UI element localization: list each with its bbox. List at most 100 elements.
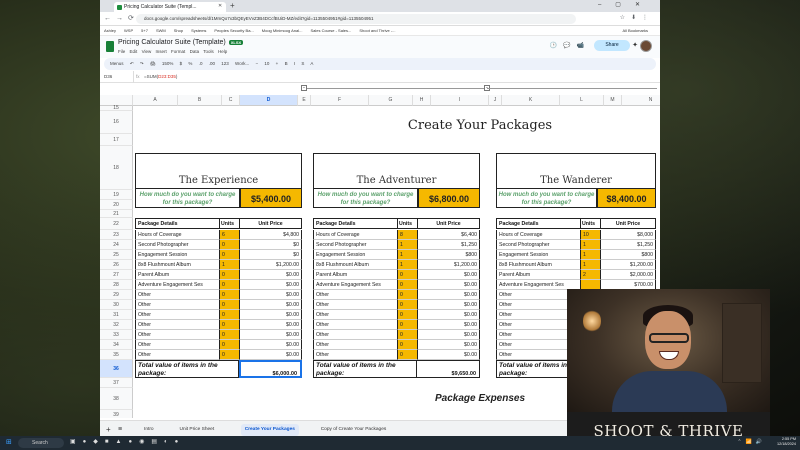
toolbar-button[interactable]: ↶ [130, 61, 134, 66]
row-header[interactable]: 36 [100, 360, 133, 378]
row-header[interactable]: 27 [100, 270, 133, 280]
package-detail-cell[interactable]: Parent Album [496, 270, 580, 280]
system-tray[interactable]: ⌃📶🔊 [737, 439, 766, 445]
package-detail-cell[interactable]: Other [313, 340, 397, 350]
column-header-i[interactable]: I [431, 95, 489, 106]
unit-price-cell[interactable]: $800 [417, 250, 480, 260]
toolbar-button[interactable]: Menus [110, 61, 124, 66]
row-header[interactable]: 19 [100, 190, 133, 200]
menu-item-file[interactable]: File [118, 49, 125, 54]
toolbar-button[interactable]: 123 [221, 61, 229, 66]
package-detail-cell[interactable]: Adventure Engagement Ses [135, 280, 219, 290]
sheets-logo-icon[interactable] [106, 41, 114, 52]
unit-price-cell[interactable]: $0.00 [239, 290, 302, 300]
row-header[interactable]: 34 [100, 340, 133, 350]
package-detail-cell[interactable]: Other [135, 290, 219, 300]
row-header[interactable]: 37 [100, 378, 133, 388]
package-detail-cell[interactable]: Engagement Session [135, 250, 219, 260]
unit-price-cell[interactable]: $0.00 [417, 350, 480, 360]
unit-price-cell[interactable]: $0.00 [239, 320, 302, 330]
toolbar-button[interactable]: Work... [235, 61, 249, 66]
package-detail-cell[interactable]: Hours of Coverage [313, 230, 397, 240]
package-detail-cell[interactable]: Parent Album [135, 270, 219, 280]
package-detail-cell[interactable]: Other [135, 300, 219, 310]
unit-price-cell[interactable]: $0.00 [417, 270, 480, 280]
package-detail-cell[interactable]: Parent Album [313, 270, 397, 280]
units-input-cell[interactable]: 0 [397, 320, 417, 330]
package-price-input[interactable]: $5,400.00 [240, 188, 302, 208]
column-header-f[interactable]: F [311, 95, 369, 106]
row-header[interactable]: 32 [100, 320, 133, 330]
column-header-d[interactable]: D [240, 95, 298, 106]
url-field[interactable]: docs.google.com/spreadsheets/d/1MmQo7x3b… [136, 14, 576, 24]
units-input-cell[interactable]: 0 [219, 320, 239, 330]
package-detail-cell[interactable]: Engagement Session [496, 250, 580, 260]
row-header[interactable]: 35 [100, 350, 133, 360]
units-input-cell[interactable]: 0 [397, 340, 417, 350]
browser-tab[interactable]: Pricing Calculator Suite (Templ... [114, 2, 226, 12]
unit-price-cell[interactable]: $2,000.00 [600, 270, 656, 280]
package-price-input[interactable]: $6,800.00 [418, 188, 480, 208]
package-detail-cell[interactable]: Hours of Coverage [496, 230, 580, 240]
sheet-tab[interactable]: Unit Price Sheet [176, 424, 219, 436]
row-header[interactable]: 30 [100, 300, 133, 310]
package-detail-cell[interactable]: Other [135, 320, 219, 330]
row-header[interactable]: 31 [100, 310, 133, 320]
unit-price-cell[interactable]: $0.00 [417, 280, 480, 290]
row-header[interactable]: 22 [100, 218, 133, 230]
sheet-tab[interactable]: Copy of Create Your Packages [317, 424, 391, 436]
unit-price-cell[interactable]: $0.00 [417, 340, 480, 350]
bookmark-item[interactable]: Peoples Security Ba... [214, 28, 253, 33]
bookmark-item[interactable]: Ashley [104, 28, 116, 33]
unit-price-cell[interactable]: $6,400 [417, 230, 480, 240]
unit-price-cell[interactable]: $0.00 [417, 290, 480, 300]
total-value-cell[interactable]: $6,000.00 [239, 360, 302, 378]
all-sheets-icon[interactable]: ≡ [118, 424, 122, 436]
toolbar-button[interactable]: − [255, 61, 258, 66]
unit-price-cell[interactable]: $1,200.00 [239, 260, 302, 270]
bookmark-item[interactable]: SWM [156, 28, 166, 33]
menu-item-insert[interactable]: Insert [156, 49, 167, 54]
toolbar-button[interactable]: 10 [264, 61, 269, 66]
pinned-app-icons[interactable]: ▣●◆■▲●◉▤◐● [70, 438, 185, 445]
add-sheet-icon[interactable]: + [106, 424, 111, 436]
units-input-cell[interactable]: 1 [580, 250, 600, 260]
package-detail-cell[interactable]: Other [313, 310, 397, 320]
unit-price-cell[interactable]: $1,250 [417, 240, 480, 250]
unit-price-cell[interactable]: $4,800 [239, 230, 302, 240]
unit-price-cell[interactable]: $0.00 [239, 310, 302, 320]
row-header[interactable]: 23 [100, 230, 133, 240]
row-header[interactable]: 28 [100, 280, 133, 290]
row-header[interactable]: 21 [100, 210, 133, 218]
unit-price-cell[interactable]: $0.00 [417, 320, 480, 330]
units-input-cell[interactable]: 0 [397, 330, 417, 340]
units-input-cell[interactable]: 1 [397, 260, 417, 270]
row-header[interactable]: 38 [100, 388, 133, 410]
package-detail-cell[interactable]: Other [313, 320, 397, 330]
row-header[interactable]: 16 [100, 111, 133, 134]
doc-title[interactable]: Pricing Calculator Suite (Template) XLSX [118, 39, 244, 46]
row-header[interactable]: 17 [100, 134, 133, 146]
extension-icons[interactable]: ☆⬇⋮ [620, 14, 654, 21]
row-header[interactable]: 39 [100, 410, 133, 418]
units-input-cell[interactable]: 1 [219, 260, 239, 270]
units-input-cell[interactable]: 0 [397, 300, 417, 310]
taskbar-clock[interactable]: 2:55 PM 12/18/2024 [777, 437, 796, 447]
toolbar-button[interactable]: ↷ [140, 61, 144, 66]
column-header-h[interactable]: H [413, 95, 431, 106]
column-header-a[interactable]: A [133, 95, 178, 106]
menu-item-help[interactable]: Help [218, 49, 227, 54]
row-header[interactable]: 18 [100, 146, 133, 190]
package-price-input[interactable]: $8,400.00 [597, 188, 656, 208]
package-detail-cell[interactable]: Other [313, 300, 397, 310]
package-detail-cell[interactable]: Hours of Coverage [135, 230, 219, 240]
units-input-cell[interactable]: 0 [219, 300, 239, 310]
units-input-cell[interactable]: 10 [580, 230, 600, 240]
toolbar-button[interactable]: .0 [199, 61, 203, 66]
column-header-b[interactable]: B [178, 95, 222, 106]
menu-item-tools[interactable]: Tools [203, 49, 214, 54]
unit-price-cell[interactable]: $0.00 [239, 270, 302, 280]
column-header-g[interactable]: G [369, 95, 413, 106]
column-header-j[interactable]: J [489, 95, 502, 106]
nav-buttons[interactable]: ←→⟳ [104, 14, 139, 22]
